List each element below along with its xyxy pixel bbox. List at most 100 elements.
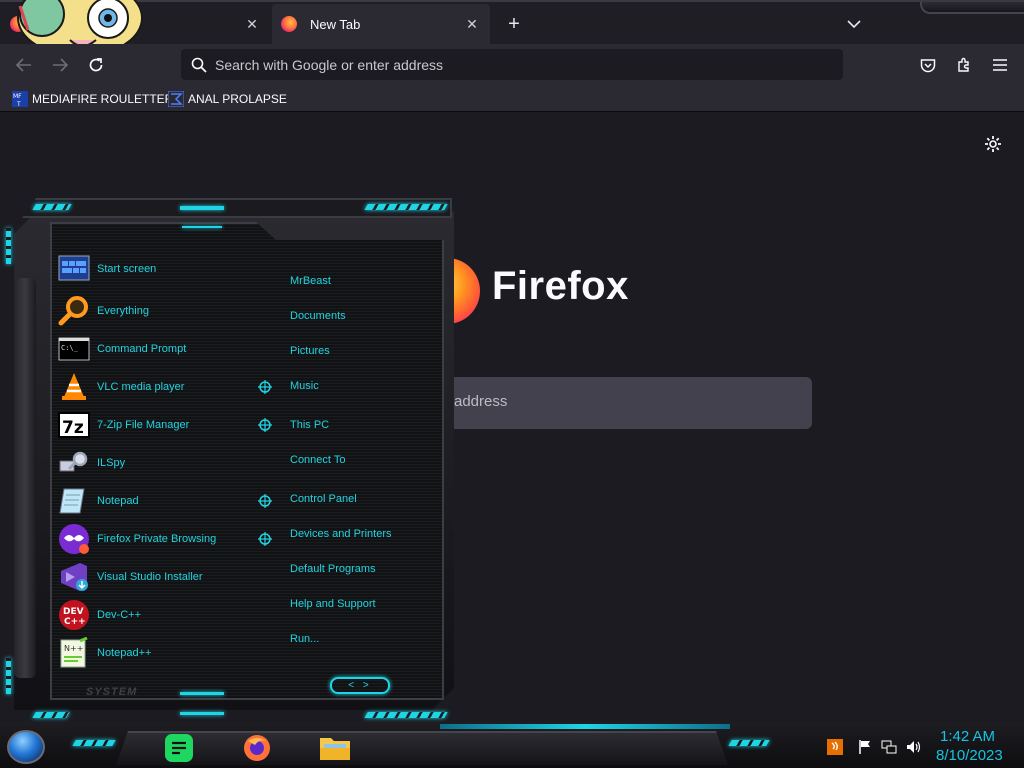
program-notepad[interactable]: Notepad <box>58 485 258 517</box>
mediafire-favicon-icon: MFT <box>12 91 28 107</box>
puzzle-piece-icon <box>958 57 969 72</box>
start-screen-icon <box>58 255 90 281</box>
window-corner-decoration <box>920 2 1024 14</box>
flag-icon <box>859 740 870 754</box>
program-notepadpp[interactable]: N++ Notepad++ <box>58 637 258 669</box>
bookmark-label: ANAL PROLAPSE <box>188 92 287 106</box>
clock-date[interactable]: 8/10/2023 <box>936 747 1003 764</box>
cyan-accent-bar <box>180 206 224 210</box>
place-run[interactable]: Run... <box>290 633 319 645</box>
tray-volume[interactable] <box>904 738 922 756</box>
tray-network[interactable] <box>880 738 898 756</box>
program-start-screen[interactable]: Start screen <box>58 253 258 285</box>
taskbar-app-firefox[interactable] <box>240 731 274 765</box>
program-label: Start screen <box>97 263 157 275</box>
firefox-favicon-icon <box>281 16 297 32</box>
cyan-accent-bar <box>180 692 224 695</box>
program-label: Notepad <box>97 495 139 507</box>
program-vlc[interactable]: VLC media player <box>58 371 258 403</box>
cyan-accent-lights <box>6 228 11 264</box>
taskbar-app-plate <box>116 731 728 765</box>
app-menu-button[interactable] <box>987 52 1013 78</box>
close-tab-icon[interactable]: ✕ <box>242 14 262 34</box>
taskbar-app-explorer[interactable] <box>318 731 352 765</box>
tray-java[interactable] <box>826 738 844 756</box>
tab-list-button[interactable] <box>842 12 866 36</box>
private-browsing-icon <box>59 524 89 554</box>
devcpp-icon: DEVC++ <box>59 600 89 630</box>
program-ilspy[interactable]: ILSpy <box>58 447 258 479</box>
svg-text:MF: MF <box>13 93 22 100</box>
taskbar-accent-strip <box>440 724 730 729</box>
program-devcpp[interactable]: DEV C++ Dev-C++ <box>58 599 258 631</box>
file-explorer-icon <box>320 738 350 760</box>
svg-text:C:\_: C:\_ <box>61 344 79 352</box>
bookmark-label: MEDIAFIRE ROULETTER <box>32 92 174 106</box>
cyan-accent-lights <box>6 658 11 694</box>
notepad-icon <box>59 488 85 514</box>
firefox-icon <box>244 735 270 761</box>
pocket-button[interactable] <box>915 52 941 78</box>
place-this-pc[interactable]: This PC <box>290 419 329 431</box>
program-label: ILSpy <box>97 457 126 469</box>
program-command-prompt[interactable]: C:\_ Command Prompt <box>58 333 258 365</box>
cyan-accent-bar <box>180 712 224 715</box>
vs-installer-icon <box>61 563 88 591</box>
place-pictures[interactable]: Pictures <box>290 345 330 357</box>
new-tab-button[interactable]: + <box>502 12 526 36</box>
back-button[interactable] <box>11 52 37 78</box>
svg-text:DEV: DEV <box>63 607 84 617</box>
start-button[interactable] <box>7 730 45 764</box>
power-options-button[interactable]: < > <box>330 677 390 694</box>
program-firefox-private[interactable]: Firefox Private Browsing <box>58 523 258 555</box>
network-icon <box>881 740 897 754</box>
program-label: Notepad++ <box>97 647 152 659</box>
tab-2[interactable]: New Tab ✕ <box>272 4 490 44</box>
program-label: 7-Zip File Manager <box>97 419 190 431</box>
bookmark-mediafire[interactable]: MF T MEDIAFIRE ROULETTER <box>12 90 173 108</box>
newtab-search-placeholder: address <box>454 393 508 410</box>
svg-text:C++: C++ <box>64 617 86 627</box>
cyan-accent-lights <box>728 740 770 746</box>
close-tab-icon[interactable]: ✕ <box>462 14 482 34</box>
cyan-accent-lights <box>32 712 70 718</box>
program-label: Everything <box>97 305 149 317</box>
gear-icon <box>985 136 1001 152</box>
place-mrbeast[interactable]: MrBeast <box>290 275 331 287</box>
system-label: SYSTEM <box>86 686 138 698</box>
forward-button[interactable] <box>47 52 73 78</box>
customize-newtab-button[interactable] <box>983 134 1003 154</box>
program-7zip[interactable]: 7z 7-Zip File Manager <box>58 409 258 441</box>
cyan-accent-lights <box>72 740 116 746</box>
submenu-indicator-icon <box>258 532 272 546</box>
place-control-panel[interactable]: Control Panel <box>290 493 357 505</box>
place-devices-printers[interactable]: Devices and Printers <box>290 528 392 540</box>
program-everything[interactable]: Everything <box>58 295 258 327</box>
magnifier-icon <box>58 296 88 326</box>
place-connect-to[interactable]: Connect To <box>290 454 345 466</box>
place-help-support[interactable]: Help and Support <box>290 598 376 610</box>
place-default-programs[interactable]: Default Programs <box>290 563 376 575</box>
volume-icon <box>907 741 921 753</box>
desktop: ✕ New Tab ✕ + Search with Google or ente… <box>0 0 1024 768</box>
cmd-icon: C:\_ <box>58 337 90 361</box>
back-arrow-icon <box>16 58 31 72</box>
7zip-icon: 7z <box>58 412 90 438</box>
extensions-button[interactable] <box>951 52 977 78</box>
program-label: Dev-C++ <box>97 609 142 621</box>
submenu-indicator-icon <box>258 380 272 394</box>
bookmark-second[interactable]: ANAL PROLAPSE <box>168 90 287 108</box>
address-bar-placeholder: Search with Google or enter address <box>215 56 444 73</box>
place-music[interactable]: Music <box>290 380 319 392</box>
newtab-search-box[interactable]: address <box>440 377 812 429</box>
place-documents[interactable]: Documents <box>290 310 346 322</box>
clock-time[interactable]: 1:42 AM <box>940 728 995 745</box>
chevron-down-icon <box>847 20 861 29</box>
taskbar-app-notes[interactable] <box>162 731 196 765</box>
cyan-accent-lights <box>364 204 448 210</box>
reload-button[interactable] <box>83 52 109 78</box>
program-vs-installer[interactable]: Visual Studio Installer <box>58 561 258 593</box>
address-bar[interactable]: Search with Google or enter address <box>181 49 843 80</box>
tray-action-center[interactable] <box>856 738 874 756</box>
forward-arrow-icon <box>53 58 68 72</box>
